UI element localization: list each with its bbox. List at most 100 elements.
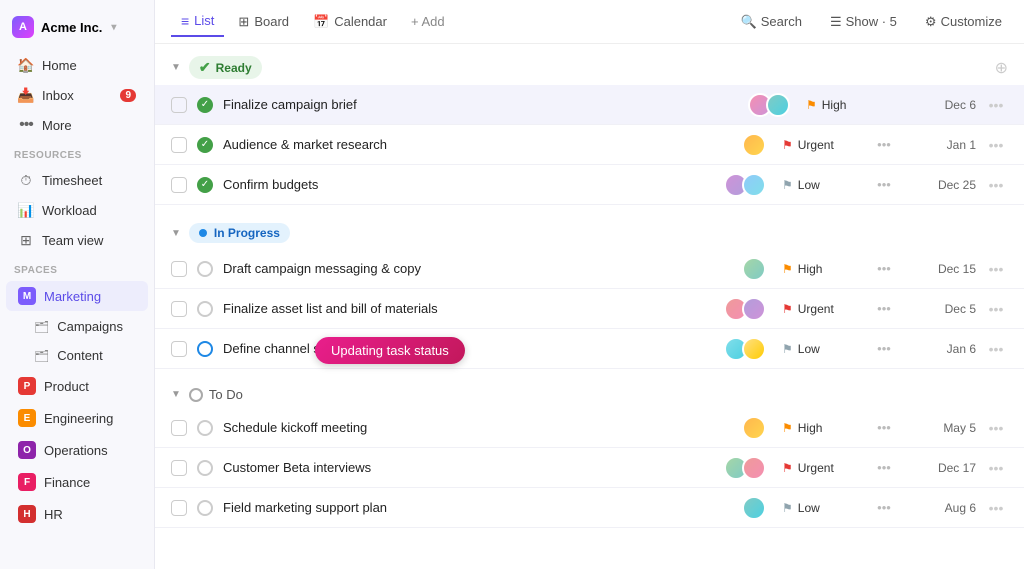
logo-icon: A <box>12 16 34 38</box>
home-icon: 🏠 <box>18 57 34 73</box>
more-options-button[interactable]: ••• <box>984 500 1008 516</box>
task-date: Jan 1 <box>896 138 976 152</box>
customize-button[interactable]: ⚙ Customize <box>919 10 1008 34</box>
flag-icon: ⚑ <box>806 98 817 112</box>
section-header-ready[interactable]: ▼ ✔ Ready ⊕ <box>155 44 1024 85</box>
dots-separator: ••• <box>872 500 896 515</box>
more-options-button[interactable]: ••• <box>984 177 1008 193</box>
topnav-actions: 🔍 Search ☰ Show · 5 ⚙ Customize <box>735 10 1008 34</box>
search-button[interactable]: 🔍 Search <box>735 10 808 34</box>
sidebar-item-home[interactable]: 🏠 Home <box>6 51 148 79</box>
folder-icon: 🗂 <box>34 349 49 363</box>
task-name: Confirm budgets <box>223 177 686 192</box>
row-checkbox[interactable] <box>171 137 187 153</box>
more-options-button[interactable]: ••• <box>984 420 1008 436</box>
task-avatars <box>686 297 766 321</box>
sidebar-item-content[interactable]: 🗂 Content <box>6 342 148 369</box>
table-row[interactable]: Field marketing support plan ⚑ Low ••• A… <box>155 488 1024 528</box>
task-name: Field marketing support plan <box>223 500 686 515</box>
status-icon-complete: ✓ <box>197 137 213 153</box>
table-row[interactable]: ✓ Audience & market research ⚑ Urgent ••… <box>155 125 1024 165</box>
folder-icon: 🗂 <box>34 320 49 334</box>
flag-icon: ⚑ <box>782 461 793 475</box>
priority-label: High <box>798 421 823 435</box>
dots-separator: ••• <box>872 177 896 192</box>
show-icon: ☰ <box>830 14 842 30</box>
task-avatars <box>686 416 766 440</box>
task-priority: ⚑ Urgent <box>782 138 872 152</box>
show-button[interactable]: ☰ Show · 5 <box>824 10 903 34</box>
status-badge-ready: ✔ Ready <box>189 56 262 79</box>
sidebar-item-label: Workload <box>42 203 97 218</box>
dots-separator: ••• <box>872 261 896 276</box>
avatar <box>742 496 766 520</box>
tab-add[interactable]: + Add <box>401 8 455 35</box>
table-row[interactable]: ✓ Finalize campaign brief ⚑ High Dec 6 •… <box>155 85 1024 125</box>
app-logo[interactable]: A Acme Inc. ▾ <box>0 10 154 50</box>
collapse-arrow-icon: ▼ <box>171 389 181 400</box>
tab-list[interactable]: ≡ List <box>171 7 224 37</box>
sidebar-item-marketing[interactable]: M Marketing <box>6 281 148 311</box>
row-checkbox[interactable] <box>171 500 187 516</box>
row-checkbox[interactable] <box>171 301 187 317</box>
sidebar-item-label: Engineering <box>44 411 113 426</box>
sidebar-item-finance[interactable]: F Finance <box>6 467 148 497</box>
task-avatars <box>686 496 766 520</box>
avatar <box>742 297 766 321</box>
table-row[interactable]: ✓ Confirm budgets ⚑ Low ••• Dec 25 ••• <box>155 165 1024 205</box>
task-date: Aug 6 <box>896 501 976 515</box>
sidebar-item-hr[interactable]: H HR <box>6 499 148 529</box>
sidebar-item-operations[interactable]: O Operations <box>6 435 148 465</box>
row-checkbox[interactable] <box>171 420 187 436</box>
table-row[interactable]: Draft campaign messaging & copy ⚑ High •… <box>155 249 1024 289</box>
hr-icon: H <box>18 505 36 523</box>
tab-calendar[interactable]: 📅 Calendar <box>303 8 397 36</box>
row-checkbox[interactable] <box>171 261 187 277</box>
avatar <box>742 416 766 440</box>
more-options-button[interactable]: ••• <box>984 97 1008 113</box>
teamview-icon: ⊞ <box>18 232 34 248</box>
sidebar-item-inbox[interactable]: 📥 Inbox 9 <box>6 81 148 109</box>
table-row[interactable]: Finalize asset list and bill of material… <box>155 289 1024 329</box>
more-options-button[interactable]: ••• <box>984 301 1008 317</box>
section-header-inprogress[interactable]: ▼ In Progress <box>155 211 1024 249</box>
table-row[interactable]: Customer Beta interviews ⚑ Urgent ••• De… <box>155 448 1024 488</box>
sidebar-item-teamview[interactable]: ⊞ Team view <box>6 226 148 254</box>
tab-board[interactable]: ⊞ Board <box>228 8 299 36</box>
table-row[interactable]: Define channel strategy Updating task st… <box>155 329 1024 369</box>
task-priority: ⚑ Urgent <box>782 302 872 316</box>
sidebar-item-label: Home <box>42 58 77 73</box>
sidebar-item-timesheet[interactable]: ⏱ Timesheet <box>6 166 148 194</box>
sidebar-item-label: Content <box>57 348 103 363</box>
list-icon: ≡ <box>181 13 189 29</box>
row-checkbox[interactable] <box>171 177 187 193</box>
more-options-button[interactable]: ••• <box>984 137 1008 153</box>
more-options-button[interactable]: ••• <box>984 460 1008 476</box>
customize-label: Customize <box>941 14 1002 29</box>
table-row[interactable]: Schedule kickoff meeting ⚑ High ••• May … <box>155 408 1024 448</box>
sidebar-item-label: Finance <box>44 475 90 490</box>
task-priority: ⚑ Low <box>782 501 872 515</box>
sidebar-item-workload[interactable]: 📊 Workload <box>6 196 148 224</box>
tooltip-bubble: Updating task status <box>315 337 465 364</box>
more-options-button[interactable]: ••• <box>984 261 1008 277</box>
row-checkbox[interactable] <box>171 460 187 476</box>
more-options-button[interactable]: ••• <box>984 341 1008 357</box>
sidebar-item-product[interactable]: P Product <box>6 371 148 401</box>
row-checkbox[interactable] <box>171 97 187 113</box>
add-section-icon[interactable]: ⊕ <box>995 58 1008 78</box>
dots-separator: ••• <box>872 420 896 435</box>
section-header-todo[interactable]: ▼ To Do <box>155 375 1024 408</box>
task-priority: ⚑ High <box>782 262 872 276</box>
task-avatars <box>686 257 766 281</box>
avatar <box>742 337 766 361</box>
task-date: Dec 5 <box>896 302 976 316</box>
row-checkbox[interactable] <box>171 341 187 357</box>
sidebar-item-campaigns[interactable]: 🗂 Campaigns <box>6 313 148 340</box>
sidebar-item-engineering[interactable]: E Engineering <box>6 403 148 433</box>
sidebar-item-more[interactable]: ••• More <box>6 111 148 139</box>
dots-separator: ••• <box>872 460 896 475</box>
flag-icon: ⚑ <box>782 138 793 152</box>
flag-icon: ⚑ <box>782 421 793 435</box>
chevron-down-icon: ▾ <box>111 22 116 33</box>
